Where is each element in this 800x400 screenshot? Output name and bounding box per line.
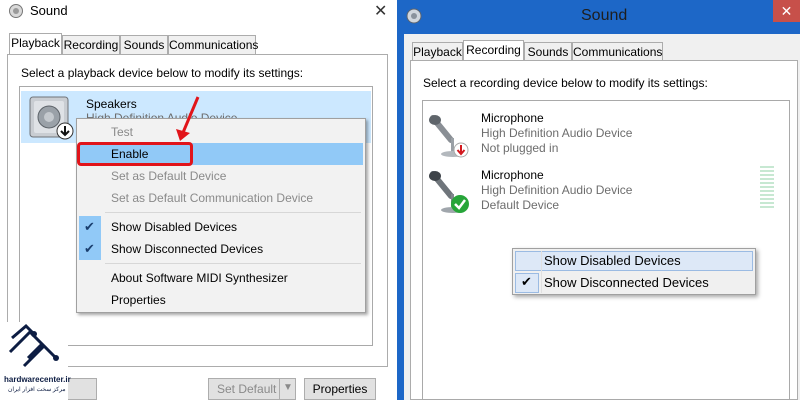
- chevron-down-icon[interactable]: ▼: [279, 378, 296, 400]
- speaker-title-icon: [9, 4, 23, 18]
- device-description: High Definition Audio Device: [481, 126, 633, 140]
- menu-item-set-default-communication: Set as Default Communication Device: [111, 191, 314, 205]
- logo-name: hardwarecenter.ir: [4, 375, 71, 384]
- window-title: Sound: [581, 7, 628, 24]
- menu-item-show-disabled[interactable]: Show Disabled Devices: [111, 220, 237, 234]
- tab-communications[interactable]: Communications: [572, 42, 663, 61]
- properties-button[interactable]: Properties: [304, 378, 376, 400]
- tab-communications[interactable]: Communications: [168, 35, 258, 54]
- menu-item-about-midi[interactable]: About Software MIDI Synthesizer: [111, 271, 288, 285]
- menu-item-test: Test: [111, 125, 134, 139]
- menu-item-show-disabled[interactable]: Show Disabled Devices: [544, 253, 681, 268]
- device-name: Microphone: [481, 168, 544, 182]
- context-menu: Show Disabled Devices ✔ Show Disconnecte…: [512, 248, 756, 295]
- menu-separator: [105, 212, 361, 213]
- menu-item-set-default: Set as Default Device: [111, 169, 227, 183]
- device-description: High Definition Audio Device: [481, 183, 633, 197]
- red-arrow-icon: [176, 96, 200, 141]
- menu-gutter-separator: [541, 251, 542, 293]
- device-name: Speakers: [86, 97, 137, 111]
- menu-item-properties[interactable]: Properties: [111, 293, 166, 307]
- tab-playback[interactable]: Playback: [412, 42, 463, 61]
- logo-mark: [8, 323, 59, 368]
- tab-recording[interactable]: Recording: [62, 35, 120, 54]
- checkmark-icon: ✔: [84, 241, 95, 256]
- window-title: Sound: [30, 3, 68, 18]
- tab-sounds[interactable]: Sounds: [524, 42, 572, 61]
- menu-item-show-disconnected[interactable]: Show Disconnected Devices: [111, 242, 263, 256]
- menu-separator: [105, 263, 361, 264]
- tab-recording[interactable]: Recording: [463, 40, 524, 61]
- instruction-text: Select a playback device below to modify…: [21, 66, 304, 80]
- tab-sounds[interactable]: Sounds: [120, 35, 168, 54]
- close-icon[interactable]: ✕: [374, 1, 387, 21]
- level-meter: [760, 166, 774, 208]
- device-status: Default Device: [481, 198, 560, 212]
- instruction-text: Select a recording device below to modif…: [423, 76, 708, 90]
- down-arrow-icon: [56, 122, 74, 140]
- checkmark-icon: ✔: [84, 219, 95, 234]
- context-menu: Test Enable Set as Default Device Set as…: [76, 118, 366, 313]
- microphone-icon: [429, 115, 469, 158]
- checkmark-icon: ✔: [521, 274, 532, 289]
- device-status: Not plugged in: [481, 141, 559, 155]
- red-highlight-box: [77, 142, 193, 166]
- device-name: Microphone: [481, 111, 544, 125]
- logo-subtitle: مرکز سخت افزار ایران: [8, 387, 66, 393]
- microphone-icon: [429, 171, 469, 213]
- speaker-title-icon: [406, 8, 422, 24]
- close-icon[interactable]: ✕: [773, 0, 800, 22]
- menu-item-show-disconnected[interactable]: Show Disconnected Devices: [544, 275, 709, 290]
- tab-playback[interactable]: Playback: [9, 33, 62, 54]
